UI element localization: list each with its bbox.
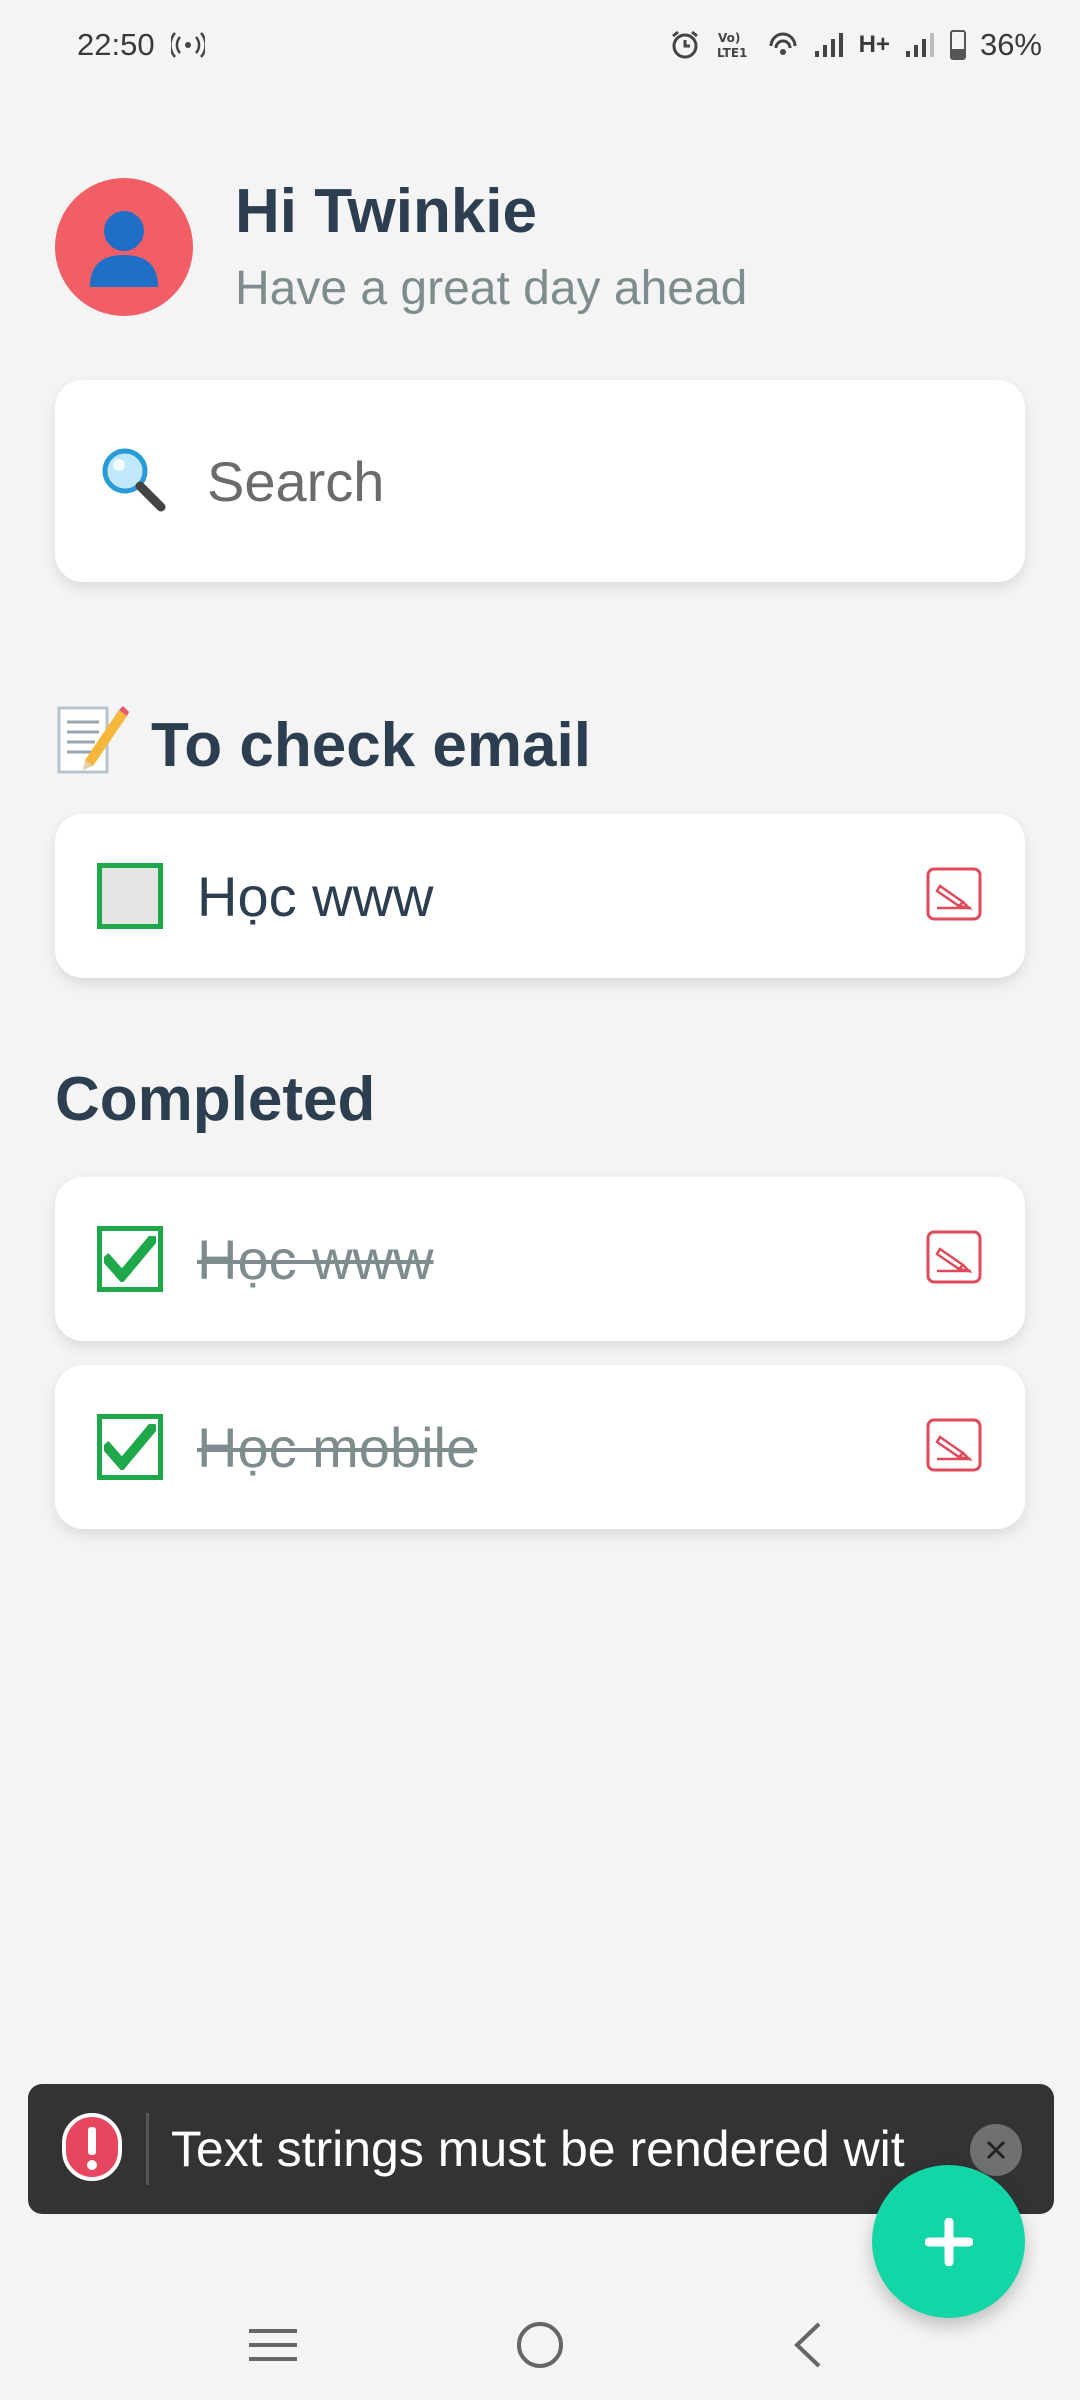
greeting-subtitle: Have a great day ahead bbox=[235, 261, 748, 315]
network-type: H+ bbox=[858, 31, 890, 58]
memo-icon bbox=[55, 700, 131, 791]
menu-lines-icon bbox=[249, 2329, 298, 2361]
toast-message: Text strings must be rendered wit bbox=[171, 2121, 905, 2177]
status-time: 22:50 bbox=[77, 27, 155, 62]
section-title-todo: To check email bbox=[55, 700, 591, 791]
search-icon bbox=[97, 443, 169, 520]
header: Hi Twinkie Have a great day ahead bbox=[55, 178, 747, 316]
alarm-icon bbox=[669, 29, 701, 61]
system-nav-bar bbox=[0, 2290, 1080, 2400]
home-circle-icon bbox=[516, 2322, 563, 2368]
section-title-completed-label: Completed bbox=[55, 1065, 376, 1134]
avatar[interactable] bbox=[55, 178, 193, 316]
task-card[interactable]: Học www bbox=[55, 814, 1025, 978]
section-title-todo-label: To check email bbox=[151, 711, 591, 780]
completed-task-card[interactable]: Học mobile bbox=[55, 1365, 1025, 1529]
checkmark-icon bbox=[104, 1236, 156, 1282]
person-silhouette-icon bbox=[90, 211, 158, 287]
task-checkbox-checked[interactable] bbox=[97, 1414, 163, 1480]
back-button[interactable] bbox=[767, 2305, 847, 2385]
task-checkbox[interactable] bbox=[97, 863, 163, 929]
greeting-title: Hi Twinkie bbox=[235, 177, 538, 247]
status-bar: 22:50 Vo) LTE1 H+ 36% bbox=[0, 0, 1080, 90]
task-label: Học www bbox=[197, 1227, 434, 1291]
battery-percent: 36% bbox=[979, 27, 1042, 62]
section-title-completed: Completed bbox=[55, 1064, 375, 1135]
checkmark-icon bbox=[104, 1424, 156, 1470]
task-checkbox-checked[interactable] bbox=[97, 1226, 163, 1292]
search-box[interactable] bbox=[55, 380, 1025, 582]
svg-text:Vo): Vo) bbox=[718, 31, 740, 45]
task-label: Học www bbox=[197, 864, 434, 928]
signal-icon bbox=[813, 31, 845, 59]
edit-icon[interactable] bbox=[925, 866, 983, 927]
signal-icon-2 bbox=[904, 31, 936, 59]
edit-icon[interactable] bbox=[925, 1229, 983, 1290]
battery-icon bbox=[949, 30, 966, 60]
recent-apps-button[interactable] bbox=[233, 2305, 313, 2385]
error-icon bbox=[62, 2111, 122, 2188]
back-chevron-icon bbox=[793, 2322, 821, 2368]
toast-divider bbox=[146, 2113, 149, 2185]
close-icon[interactable] bbox=[970, 2124, 1022, 2176]
plus-icon bbox=[924, 2217, 973, 2266]
home-button[interactable] bbox=[500, 2305, 580, 2385]
completed-task-card[interactable]: Học www bbox=[55, 1177, 1025, 1341]
search-input[interactable] bbox=[207, 448, 967, 514]
edit-icon[interactable] bbox=[925, 1417, 983, 1478]
hotspot-icon bbox=[170, 32, 205, 58]
task-label: Học mobile bbox=[197, 1415, 478, 1479]
svg-text:LTE1: LTE1 bbox=[717, 46, 747, 60]
wifi-calling-icon bbox=[767, 30, 799, 60]
volte-icon: Vo) LTE1 bbox=[715, 29, 753, 61]
